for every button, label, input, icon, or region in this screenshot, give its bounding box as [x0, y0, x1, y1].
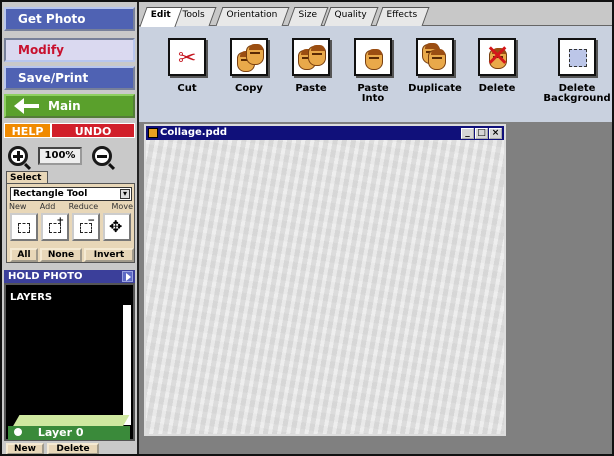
paste-into-icon: [354, 38, 392, 76]
mode-label-add: Add: [39, 202, 56, 211]
selection-new-icon: [18, 223, 30, 233]
document-window: Collage.pdd _ □ ×: [144, 124, 506, 436]
get-photo-button[interactable]: Get Photo: [4, 7, 135, 31]
main-label: Main: [48, 99, 81, 113]
zoom-in-icon[interactable]: [8, 146, 28, 166]
zoom-controls: 100%: [8, 145, 132, 167]
layers-panel: LAYERS Layer 0: [4, 283, 135, 441]
modify-button[interactable]: Modify: [4, 38, 135, 62]
move-icon: ✥: [109, 217, 123, 236]
help-button[interactable]: HELP: [4, 123, 51, 138]
copy-icon: [230, 38, 268, 76]
minimize-icon[interactable]: _: [461, 128, 474, 139]
zoom-level: 100%: [38, 147, 82, 165]
new-selection-button[interactable]: [10, 213, 38, 241]
layer-name: Layer 0: [37, 426, 84, 439]
selection-mode-labels: New Add Reduce Move: [9, 202, 133, 211]
close-icon[interactable]: ×: [489, 128, 502, 139]
window-title-bar[interactable]: Collage.pdd _ □ ×: [146, 126, 504, 140]
selection-tool-dropdown[interactable]: Rectangle Tool ▾: [10, 187, 132, 201]
main-button[interactable]: Main: [4, 94, 135, 118]
dropdown-arrow-icon: ▾: [120, 189, 130, 199]
paste-into-button[interactable]: Paste Into: [343, 38, 403, 104]
tab-size[interactable]: Size: [287, 7, 329, 26]
zoom-out-icon[interactable]: [92, 146, 112, 166]
select-body: Rectangle Tool ▾ New Add Reduce Move + −…: [6, 183, 135, 263]
selection-tool-value: Rectangle Tool: [13, 189, 88, 199]
cut-button[interactable]: ✂ Cut: [157, 38, 217, 94]
delete-icon: ✕: [478, 38, 516, 76]
save-print-button[interactable]: Save/Print: [4, 66, 135, 90]
add-selection-button[interactable]: +: [41, 213, 69, 241]
delete-layer-button[interactable]: Delete: [47, 443, 99, 454]
layers-title: LAYERS: [10, 292, 53, 303]
action-buttons: ✂ Cut Copy Paste Paste Into Duplicate ✕: [139, 38, 612, 122]
duplicate-icon: [416, 38, 454, 76]
photo-canvas[interactable]: [146, 140, 504, 434]
move-selection-button[interactable]: ✥: [103, 213, 131, 241]
copy-button[interactable]: Copy: [219, 38, 279, 94]
app-frame: Get Photo Modify Save/Print Main HELP UN…: [0, 0, 614, 456]
select-all-button[interactable]: All: [10, 248, 38, 262]
delete-background-button[interactable]: Delete Background: [539, 38, 612, 104]
selection-quick-buttons: All None Invert: [10, 248, 134, 262]
left-panel: Get Photo Modify Save/Print Main HELP UN…: [2, 2, 139, 454]
tab-bar: Edit Tools Orientation Size Quality Effe…: [139, 2, 612, 27]
tab-edit[interactable]: Edit: [139, 7, 183, 27]
hold-photo-bar[interactable]: HOLD PHOTO: [4, 270, 135, 283]
document-icon: [148, 128, 158, 138]
layer-item[interactable]: Layer 0: [8, 426, 130, 440]
maximize-icon[interactable]: □: [475, 128, 488, 139]
mode-label-reduce: Reduce: [68, 202, 99, 211]
duplicate-button[interactable]: Duplicate: [405, 38, 465, 94]
undo-button[interactable]: UNDO: [51, 123, 135, 138]
scissors-icon: ✂: [178, 46, 197, 71]
hold-photo-label: HOLD PHOTO: [8, 271, 83, 282]
tab-orientation[interactable]: Orientation: [215, 7, 290, 26]
select-panel: Select Rectangle Tool ▾ New Add Reduce M…: [6, 171, 135, 263]
window-title: Collage.pdd: [160, 127, 228, 138]
help-undo-bar: HELP UNDO: [4, 123, 135, 138]
select-none-button[interactable]: None: [40, 248, 82, 262]
expand-arrow-icon[interactable]: [122, 271, 133, 282]
tab-effects[interactable]: Effects: [375, 7, 430, 26]
mode-label-new: New: [9, 202, 27, 211]
workspace: Collage.pdd _ □ ×: [139, 122, 612, 454]
invert-selection-button[interactable]: Invert: [84, 248, 134, 262]
mode-label-move: Move: [111, 202, 133, 211]
layer-buttons: New Delete: [6, 443, 135, 454]
visibility-icon[interactable]: [14, 428, 22, 436]
new-layer-button[interactable]: New: [6, 443, 44, 454]
paste-button[interactable]: Paste: [281, 38, 341, 94]
arrow-left-icon: [14, 98, 40, 114]
layers-scrollbar[interactable]: [123, 305, 131, 425]
delete-background-icon: [558, 38, 596, 76]
selection-mode-buttons: + − ✥: [10, 213, 134, 241]
delete-button[interactable]: ✕ Delete: [467, 38, 527, 94]
paste-icon: [292, 38, 330, 76]
reduce-selection-button[interactable]: −: [72, 213, 100, 241]
edit-toolbar: Edit Tools Orientation Size Quality Effe…: [139, 2, 612, 122]
tab-quality[interactable]: Quality: [323, 7, 379, 26]
